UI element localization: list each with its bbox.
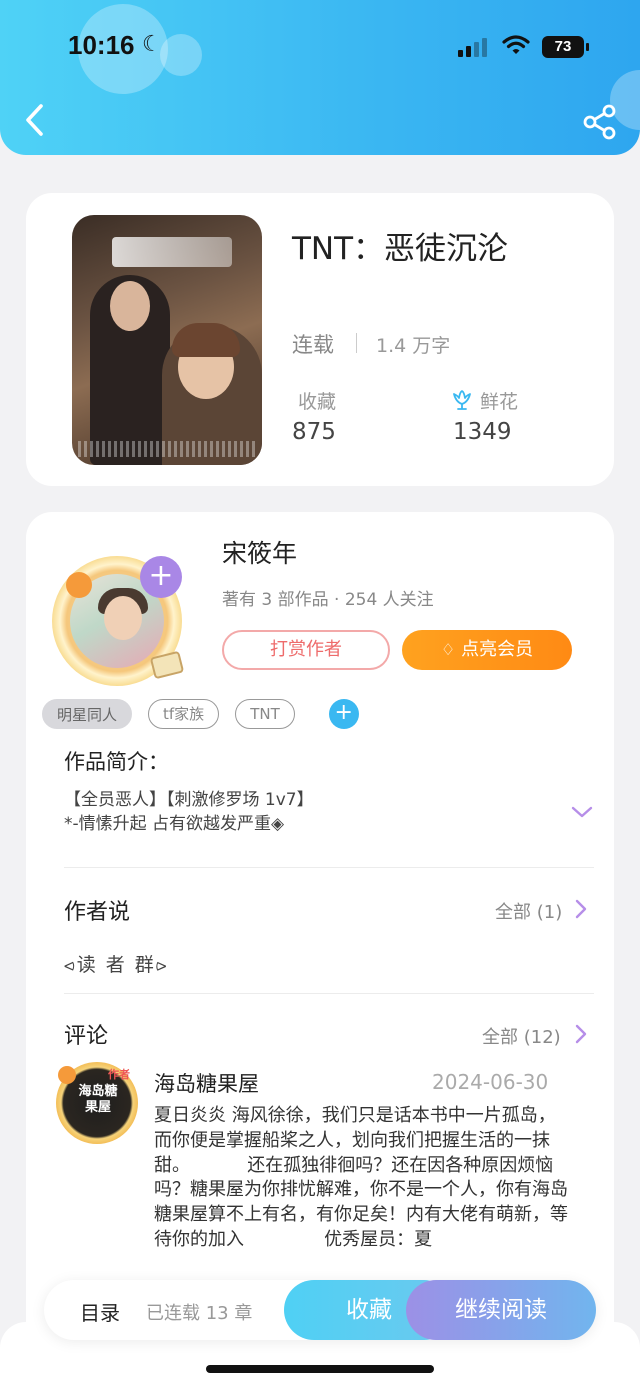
- tag-item[interactable]: tf家族: [148, 699, 220, 729]
- intro-line: *-情愫升起 占有欲越发严重◈: [64, 814, 285, 834]
- table-of-contents-link[interactable]: 目录: [80, 1297, 120, 1326]
- avatar-frame-decoration: [66, 572, 92, 598]
- chevron-right-icon[interactable]: [574, 898, 588, 920]
- vip-button[interactable]: ♢ 点亮会员: [402, 630, 572, 670]
- avatar-image: [104, 596, 142, 640]
- battery-icon: 73: [542, 36, 589, 58]
- author-badge: 作者: [108, 1068, 130, 1081]
- diamond-icon: ♢: [440, 640, 456, 659]
- cover-figure: [110, 281, 150, 331]
- flower-icon: [453, 390, 471, 410]
- chapter-count: 已连载 13 章: [146, 1303, 253, 1324]
- wifi-icon: [502, 35, 530, 54]
- divider: [64, 867, 594, 868]
- back-icon[interactable]: [20, 100, 54, 140]
- intro-title: 作品简介：: [64, 750, 169, 774]
- home-indicator: [206, 1365, 434, 1373]
- word-count: 1.4 万字: [376, 335, 451, 357]
- author-says-title: 作者说: [64, 900, 131, 925]
- tag-item[interactable]: TNT: [235, 699, 295, 729]
- add-tag-icon[interactable]: +: [328, 699, 359, 729]
- commenter-avatar[interactable]: 作者 海岛糖果屋: [56, 1062, 138, 1144]
- divider: [356, 333, 357, 353]
- follow-plus-icon[interactable]: +: [140, 556, 182, 598]
- header-bubble: [160, 34, 202, 76]
- comments-title: 评论: [64, 1024, 109, 1049]
- author-name[interactable]: 宋筱年: [222, 534, 297, 570]
- flowers-count: 1349: [453, 419, 512, 445]
- bottom-action-bar: 目录 已连载 13 章 收藏 继续阅读: [44, 1280, 596, 1340]
- favorites-count: 875: [292, 419, 336, 445]
- avatar-frame-decoration: [58, 1066, 76, 1084]
- cover-title-art: [112, 237, 232, 267]
- moon-icon: ☾: [142, 32, 162, 57]
- commenter-name[interactable]: 海岛糖果屋: [154, 1068, 259, 1098]
- author-says-all-link[interactable]: 全部 (1): [495, 898, 562, 924]
- book-title: TNT：恶徒沉沦: [292, 231, 509, 267]
- book-info-card: TNT：恶徒沉沦 连载 1.4 万字 收藏 875 鲜花 1349: [26, 193, 614, 486]
- comment-date: 2024-06-30: [432, 1070, 549, 1094]
- divider: [64, 993, 594, 994]
- top-header: 10:16 ☾ 73: [0, 0, 640, 155]
- favorites-label: 收藏: [298, 391, 337, 413]
- tag-item[interactable]: 明星同人: [42, 699, 133, 729]
- cover-text-strip: [78, 441, 256, 457]
- continue-reading-button[interactable]: 继续阅读: [406, 1280, 596, 1340]
- cover-figure: [172, 323, 240, 357]
- book-status: 连载: [292, 333, 334, 357]
- avatar-frame-decoration: [149, 650, 185, 680]
- author-says-content: ⪦读 者 群⪧: [64, 954, 169, 976]
- flowers-label: 鲜花: [480, 391, 519, 413]
- avatar-logo-text: 海岛糖果屋: [78, 1084, 118, 1115]
- status-time: 10:16: [68, 30, 135, 60]
- chevron-down-icon[interactable]: [570, 804, 594, 820]
- cellular-signal-icon: [458, 37, 487, 57]
- share-icon[interactable]: [582, 104, 618, 140]
- chevron-right-icon[interactable]: [574, 1023, 588, 1045]
- comment-text: 夏日炎炎 海风徐徐，我们只是话本书中一片孤岛，而你便是掌握船桨之人，划向我们把握…: [154, 1105, 568, 1250]
- intro-text: 【全员恶人】【刺激修罗场 1v7】 *-情愫升起 占有欲越发严重◈: [64, 788, 544, 836]
- book-cover-image[interactable]: [72, 215, 262, 465]
- author-detail-card: + 宋筱年 著有 3 部作品 · 254 人关注 打赏作者 ♢ 点亮会员 明星同人…: [26, 512, 614, 1387]
- tip-author-button[interactable]: 打赏作者: [222, 630, 390, 670]
- intro-line: 【全员恶人】【刺激修罗场 1v7】: [64, 790, 314, 810]
- comments-all-link[interactable]: 全部 (12): [482, 1023, 561, 1049]
- author-meta: 著有 3 部作品 · 254 人关注: [222, 590, 434, 610]
- tag-list: 明星同人 tf家族 TNT +: [42, 699, 359, 729]
- vip-button-label: 点亮会员: [461, 639, 534, 660]
